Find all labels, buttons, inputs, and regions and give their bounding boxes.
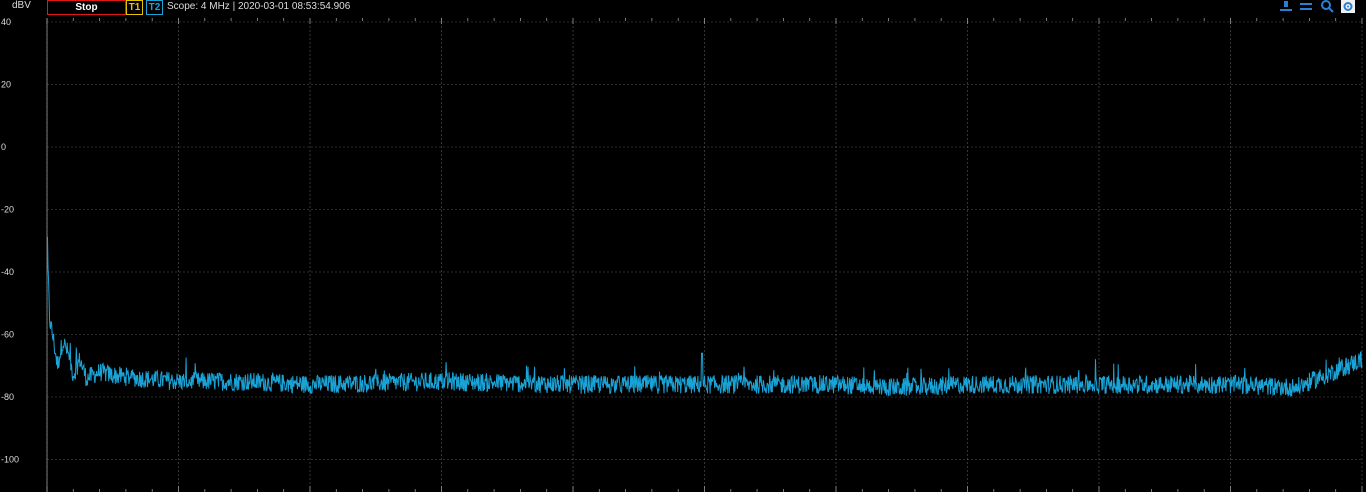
y-tick-label: -100 [1,455,19,465]
y-unit-label: dBV [12,0,31,11]
y-tick-label: -60 [1,330,14,340]
status-text: Scope: 4 MHz | 2020-03-01 08:53:54.906 [167,1,351,12]
trace-t2-toggle[interactable]: T2 [146,0,163,15]
stop-button[interactable]: Stop [47,0,126,15]
y-tick-label: -20 [1,205,14,215]
y-tick-label: -40 [1,267,14,277]
y-tick-label: 20 [1,80,11,90]
y-tick-label: -80 [1,392,14,402]
zoom-icon[interactable] [1320,0,1334,13]
cursor-list-icon[interactable] [1299,0,1313,13]
spectrum-plot[interactable]: 40 20 0 -20 -40 -60 -80 -100 [0,0,1366,492]
settings-gear-icon[interactable] [1341,0,1355,13]
trace-t1-toggle[interactable]: T1 [126,0,143,15]
plot-grid [46,18,1363,492]
y-tick-label: 0 [1,142,6,152]
trace-t2-line [46,236,1363,397]
cursor-marker-icon[interactable] [1279,0,1293,13]
toolbar: dBV Stop T1 T2 Scope: 4 MHz | 2020-03-01… [0,0,1366,15]
y-axis-ticks: 40 20 0 -20 -40 -60 -80 -100 [1,17,48,492]
y-tick-label: 40 [1,17,11,27]
